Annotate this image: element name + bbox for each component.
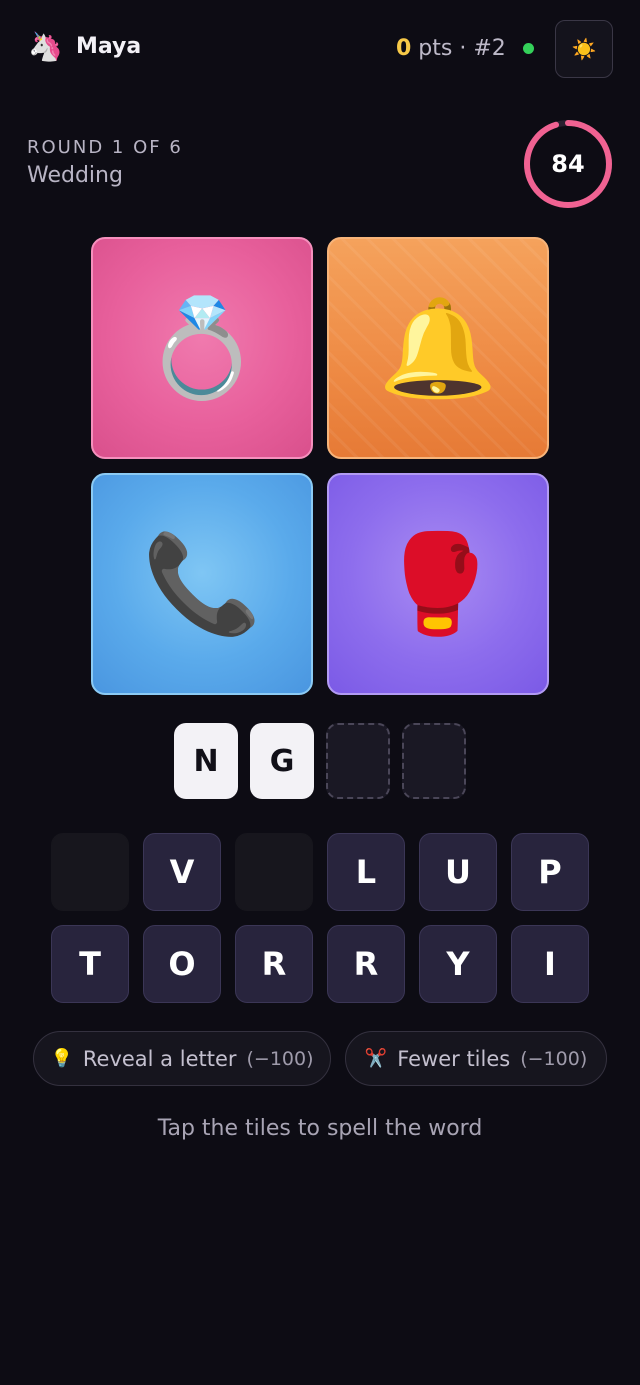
rank-text: pts · #2	[411, 36, 506, 61]
fewer-tiles-button[interactable]: ✂️ Fewer tiles (−100)	[345, 1031, 607, 1086]
letter-tile[interactable]: P	[511, 833, 589, 911]
points-value: 0	[396, 36, 412, 61]
reveal-letter-label: Reveal a letter	[82, 1046, 237, 1071]
unicorn-avatar-icon[interactable]: 🦄	[28, 30, 63, 64]
bell-icon: 🔔	[378, 292, 498, 404]
letter-tile[interactable]: T	[51, 925, 129, 1003]
countdown-timer: 84	[522, 118, 614, 210]
clue-card-phone: 📞	[91, 473, 313, 695]
theme-toggle-button[interactable]: ☀️	[555, 20, 613, 78]
sun-icon: ☀️	[571, 37, 597, 61]
ring-icon: 💍	[142, 292, 262, 404]
lightbulb-icon: 💡	[50, 1048, 73, 1069]
boxing-glove-icon: 🥊	[378, 528, 498, 640]
round-label: ROUND 1 OF 6	[27, 137, 183, 158]
letter-tile-used	[51, 833, 129, 911]
letter-tile[interactable]: L	[327, 833, 405, 911]
letter-tile[interactable]: R	[235, 925, 313, 1003]
player-name: Maya	[76, 34, 142, 59]
phone-icon: 📞	[142, 528, 262, 640]
answer-slot-4[interactable]	[402, 723, 466, 799]
top-bar: 🦄 Maya 0 pts · #2 ☀️	[0, 0, 640, 100]
letter-tile-used	[235, 833, 313, 911]
answer-slot-1[interactable]: N	[174, 723, 238, 799]
answer-slot-2[interactable]: G	[250, 723, 314, 799]
reveal-letter-button[interactable]: 💡 Reveal a letter (−100)	[33, 1031, 331, 1086]
letter-tile[interactable]: V	[143, 833, 221, 911]
letter-tile[interactable]: I	[511, 925, 589, 1003]
answer-slot-3[interactable]	[326, 723, 390, 799]
timer-value: 84	[551, 150, 585, 178]
scissors-icon: ✂️	[364, 1048, 388, 1069]
fewer-tiles-cost: (−100)	[520, 1047, 588, 1070]
fewer-tiles-label: Fewer tiles	[397, 1046, 511, 1071]
letter-tile[interactable]: R	[327, 925, 405, 1003]
clue-card-boxing-glove: 🥊	[327, 473, 549, 695]
reveal-letter-cost: (−100)	[246, 1047, 314, 1070]
letter-tile[interactable]: Y	[419, 925, 497, 1003]
letter-tile[interactable]: O	[143, 925, 221, 1003]
round-topic: Wedding	[27, 163, 123, 188]
score-display: 0 pts · #2	[396, 36, 506, 61]
clue-card-ring: 💍	[91, 237, 313, 459]
letter-tile[interactable]: U	[419, 833, 497, 911]
clue-card-bell: 🔔	[327, 237, 549, 459]
instruction-text: Tap the tiles to spell the word	[157, 1116, 483, 1141]
online-status-dot	[523, 43, 534, 54]
